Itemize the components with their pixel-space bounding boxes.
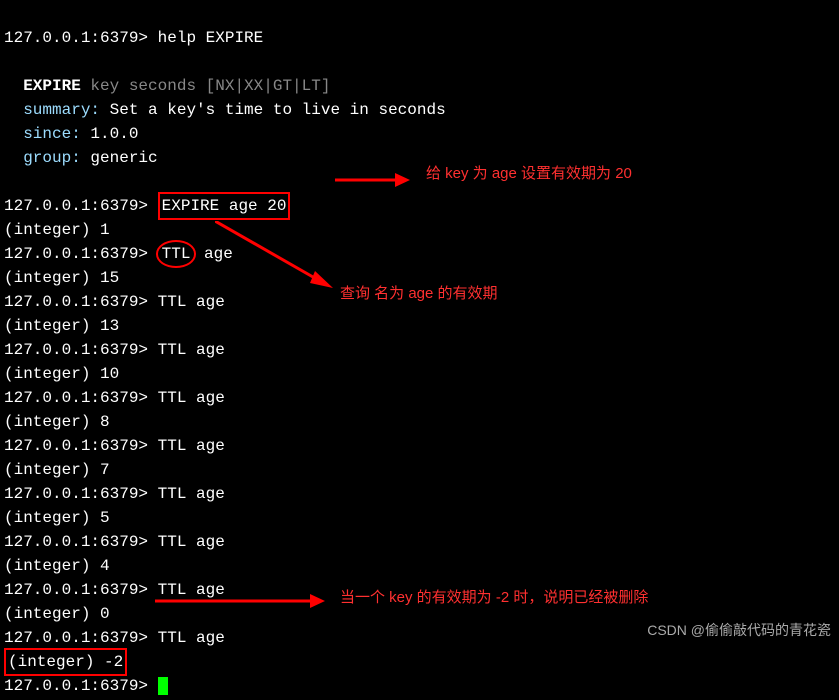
cursor[interactable]	[158, 677, 168, 695]
prompt: 127.0.0.1:6379>	[4, 677, 148, 695]
summary-label: summary:	[23, 101, 100, 119]
result-line: (integer) 1	[4, 221, 110, 239]
prompt: 127.0.0.1:6379>	[4, 341, 148, 359]
result-line: (integer) 13	[4, 317, 119, 335]
annotation-text: 给 key 为 age 设置有效期为 20	[426, 163, 632, 186]
ttl-cmd: TTL age	[158, 485, 225, 503]
arrow-icon	[215, 221, 335, 291]
prompt: 127.0.0.1:6379>	[4, 245, 148, 263]
prompt: 127.0.0.1:6379>	[4, 197, 148, 215]
prompt: 127.0.0.1:6379>	[4, 533, 148, 551]
result-line: (integer) 4	[4, 557, 110, 575]
prompt: 127.0.0.1:6379>	[4, 389, 148, 407]
arrow-icon	[155, 591, 325, 611]
summary-text: Set a key's time to live in seconds	[110, 101, 446, 119]
arrow-icon	[335, 170, 410, 190]
group-label: group:	[23, 149, 81, 167]
result-line: (integer) 5	[4, 509, 110, 527]
prompt: 127.0.0.1:6379> help EXPIRE	[4, 29, 263, 47]
since-text: 1.0.0	[90, 125, 138, 143]
ttl-cmd: TTL age	[158, 533, 225, 551]
prompt: 127.0.0.1:6379>	[4, 629, 148, 647]
result-line: (integer) 7	[4, 461, 110, 479]
prompt: 127.0.0.1:6379>	[4, 437, 148, 455]
help-cmd-name: EXPIRE	[23, 77, 81, 95]
prompt: 127.0.0.1:6379>	[4, 581, 148, 599]
boxed-result: (integer) -2	[4, 648, 127, 676]
annotation-text: 查询 名为 age 的有效期	[340, 283, 498, 306]
group-text: generic	[90, 149, 157, 167]
watermark-text: CSDN @偷偷敲代码的青花瓷	[647, 620, 831, 641]
ttl-cmd: TTL age	[158, 629, 225, 647]
ttl-cmd: TTL age	[158, 389, 225, 407]
result-line: (integer) 15	[4, 269, 119, 287]
result-line: (integer) 0	[4, 605, 110, 623]
result-line: (integer) 8	[4, 413, 110, 431]
boxed-expire-cmd: EXPIRE age 20	[158, 192, 291, 220]
annotation-text: 当一个 key 的有效期为 -2 时，说明已经被删除	[340, 587, 648, 610]
help-usage: key seconds [NX|XX|GT|LT]	[90, 77, 330, 95]
circled-ttl: TTL	[156, 240, 197, 268]
prompt: 127.0.0.1:6379>	[4, 293, 148, 311]
ttl-cmd: TTL age	[158, 437, 225, 455]
prompt: 127.0.0.1:6379>	[4, 485, 148, 503]
ttl-cmd: TTL age	[158, 293, 225, 311]
result-line: (integer) 10	[4, 365, 119, 383]
ttl-cmd: TTL age	[158, 341, 225, 359]
since-label: since:	[23, 125, 81, 143]
